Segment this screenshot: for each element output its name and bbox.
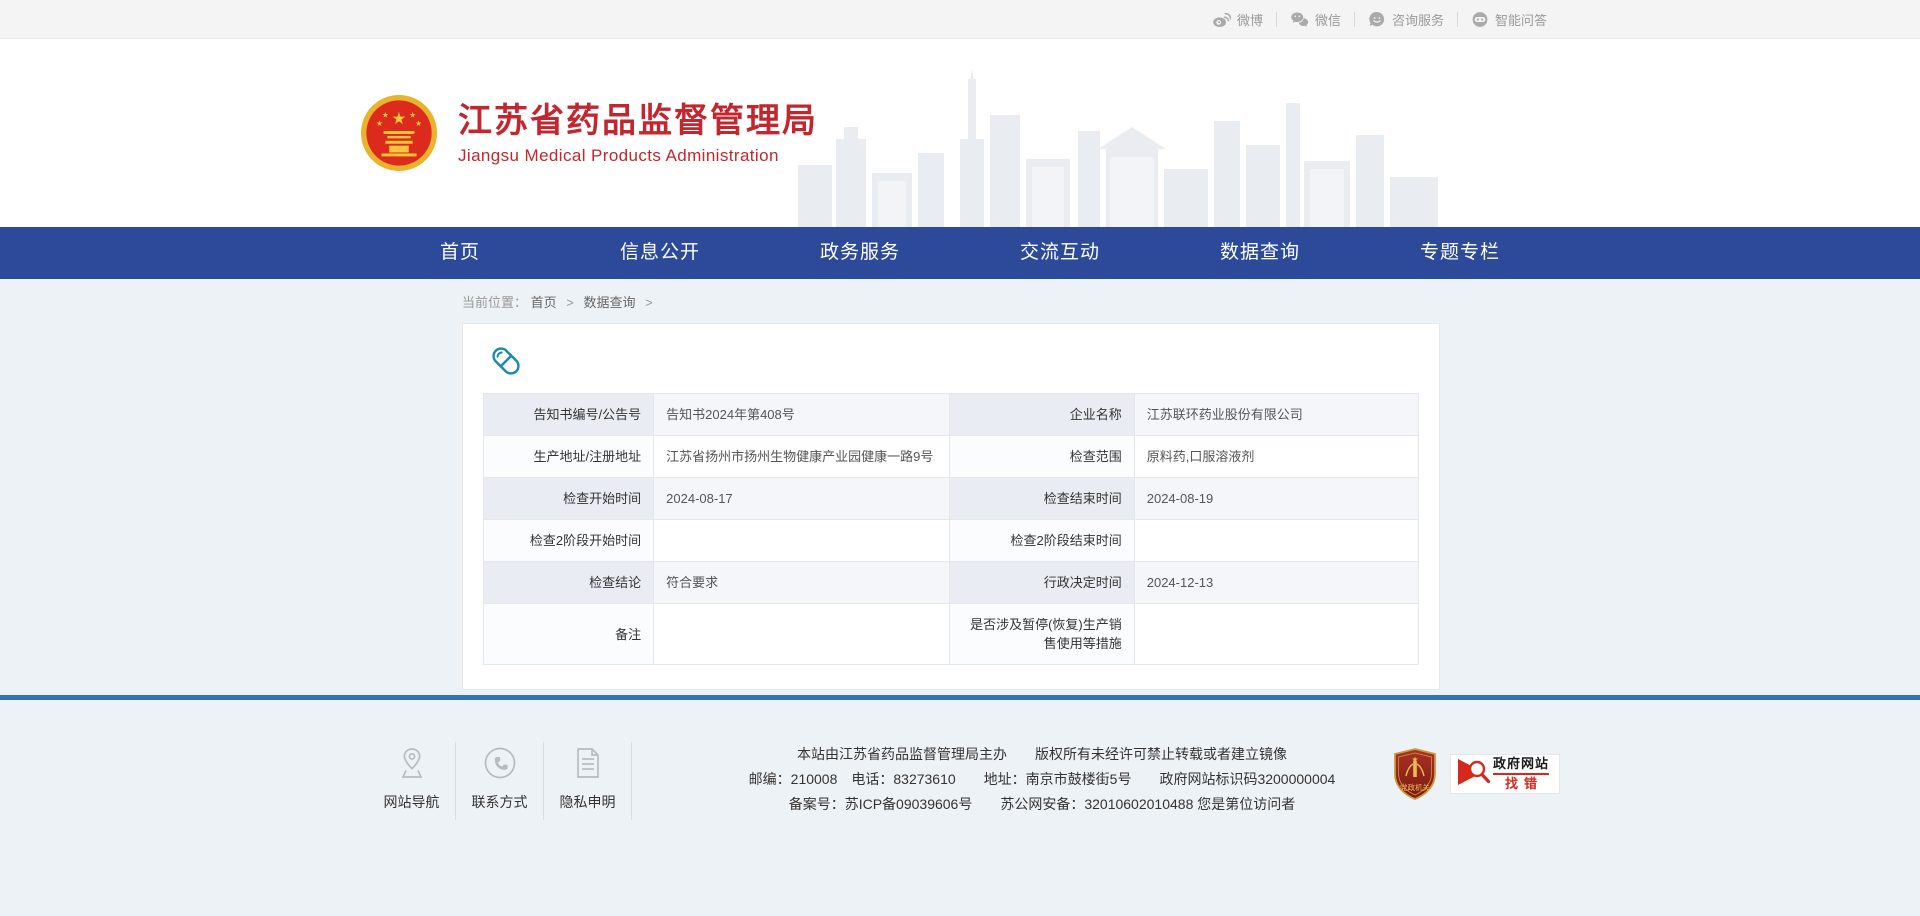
table-label-cell: 检查2阶段结束时间	[949, 520, 1134, 562]
qa-icon	[1471, 11, 1489, 28]
footer-link-sitemap[interactable]: 网站导航	[368, 742, 456, 820]
wechat-link[interactable]: 微信	[1277, 10, 1354, 29]
consult-service-link[interactable]: 咨询服务	[1355, 10, 1457, 29]
footer-link-label: 网站导航	[368, 792, 455, 812]
footer-text: 本站由江苏省药品监督管理局主办 版权所有未经许可禁止转载或者建立镜像 邮编：21…	[632, 742, 1392, 817]
party-gov-badge[interactable]: ★ 党政机关	[1392, 748, 1438, 800]
topbar: 微博 微信	[0, 0, 1920, 39]
table-label-cell: 检查2阶段开始时间	[484, 520, 654, 562]
table-value-cell: 2024-08-19	[1134, 478, 1418, 520]
footer-line-host: 本站由江苏省药品监督管理局主办 版权所有未经许可禁止转载或者建立镜像	[702, 742, 1382, 767]
table-row: 检查结论 符合要求 行政决定时间 2024-12-13	[484, 562, 1419, 604]
badge-rule	[1493, 773, 1549, 775]
table-row: 检查开始时间 2024-08-17 检查结束时间 2024-08-19	[484, 478, 1419, 520]
consult-service-label: 咨询服务	[1392, 10, 1444, 29]
footer-link-contact[interactable]: 联系方式	[456, 742, 544, 820]
site-title: 江苏省药品监督管理局	[458, 101, 818, 141]
breadcrumb: 当前位置： 首页 > 数据查询 >	[360, 279, 1560, 323]
table-value-cell: 告知书2024年第408号	[654, 394, 949, 436]
pill-icon	[489, 344, 1419, 383]
table-row: 生产地址/注册地址 江苏省扬州市扬州生物健康产业园健康一路9号 检查范围 原料药…	[484, 436, 1419, 478]
table-value-cell: 江苏联环药业股份有限公司	[1134, 394, 1418, 436]
table-label-cell: 告知书编号/公告号	[484, 394, 654, 436]
table-value-cell: 原料药,口服溶液剂	[1134, 436, 1418, 478]
svg-text:★: ★	[392, 109, 407, 128]
nav-item-gov-services[interactable]: 政务服务	[760, 227, 960, 279]
weibo-link[interactable]: 微博	[1199, 10, 1276, 29]
breadcrumb-separator: >	[645, 295, 653, 310]
footer-link-privacy[interactable]: 隐私申明	[544, 742, 632, 820]
nav-item-data-query[interactable]: 数据查询	[1160, 227, 1360, 279]
table-value-cell	[654, 520, 949, 562]
privacy-icon	[544, 744, 631, 780]
footer-link-label: 联系方式	[456, 792, 543, 812]
breadcrumb-link-data-query[interactable]: 数据查询	[584, 295, 636, 310]
footer: 网站导航 联系方式	[0, 700, 1920, 916]
phone-icon	[456, 744, 543, 780]
badge-find-error-label: 找错	[1493, 777, 1549, 791]
weibo-icon	[1212, 11, 1231, 28]
svg-text:★: ★	[1411, 755, 1418, 764]
table-value-cell: 2024-12-13	[1134, 562, 1418, 604]
table-label-cell: 检查开始时间	[484, 478, 654, 520]
smart-qa-link[interactable]: 智能问答	[1458, 10, 1560, 29]
nav-item-info-disclosure[interactable]: 信息公开	[560, 227, 760, 279]
table-row: 告知书编号/公告号 告知书2024年第408号 企业名称 江苏联环药业股份有限公…	[484, 394, 1419, 436]
table-value-cell: 符合要求	[654, 562, 949, 604]
site-error-report-badge[interactable]: 政府网站 找错	[1450, 754, 1560, 794]
site-header: ★ ★ ★ ★ ★ 江苏省药品监督管理局 Jiangsu Medical Pro…	[0, 39, 1920, 227]
svg-text:★: ★	[415, 119, 422, 128]
city-skyline-graphic	[798, 69, 1458, 227]
svg-text:★: ★	[409, 110, 416, 119]
table-label-cell: 检查结束时间	[949, 478, 1134, 520]
footer-line-contact: 邮编：210008 电话：83273610 地址：南京市鼓楼街5号 政府网站标识…	[702, 767, 1382, 792]
footer-line-icp: 备案号：苏ICP备09039606号 苏公网安备：32010602010488 …	[702, 792, 1382, 817]
site-subtitle: Jiangsu Medical Products Administration	[458, 146, 818, 166]
magnifier-icon	[1455, 756, 1491, 793]
national-emblem-logo: ★ ★ ★ ★ ★	[360, 94, 438, 172]
wechat-label: 微信	[1315, 10, 1341, 29]
breadcrumb-separator: >	[566, 295, 574, 310]
badge-text: 政府网站 找错	[1493, 757, 1549, 791]
badge-site-label: 政府网站	[1493, 757, 1549, 771]
svg-text:★: ★	[382, 110, 389, 119]
nav-item-home[interactable]: 首页	[360, 227, 560, 279]
footer-links: 网站导航 联系方式	[368, 742, 632, 820]
footer-link-label: 隐私申明	[544, 792, 631, 812]
table-label-cell: 行政决定时间	[949, 562, 1134, 604]
svg-text:★: ★	[376, 119, 383, 128]
nav-item-special-topics[interactable]: 专题专栏	[1360, 227, 1560, 279]
table-value-cell	[1134, 520, 1418, 562]
breadcrumb-link-home[interactable]: 首页	[531, 295, 557, 310]
main-nav: 首页 信息公开 政务服务 交流互动 数据查询 专题专栏	[0, 227, 1920, 279]
table-label-cell: 是否涉及暂停(恢复)生产销售使用等措施	[949, 604, 1134, 665]
table-value-cell: 2024-08-17	[654, 478, 949, 520]
table-value-cell	[654, 604, 949, 665]
detail-panel: 告知书编号/公告号 告知书2024年第408号 企业名称 江苏联环药业股份有限公…	[462, 323, 1440, 690]
nav-item-interaction[interactable]: 交流互动	[960, 227, 1160, 279]
wechat-icon	[1290, 11, 1309, 28]
consult-icon	[1368, 11, 1386, 28]
table-label-cell: 企业名称	[949, 394, 1134, 436]
breadcrumb-prefix: 当前位置：	[462, 295, 527, 310]
table-label-cell: 检查结论	[484, 562, 654, 604]
table-value-cell	[1134, 604, 1418, 665]
footer-badges: ★ 党政机关 政府网站 找错	[1392, 748, 1560, 800]
table-label-cell: 备注	[484, 604, 654, 665]
table-row: 备注 是否涉及暂停(恢复)生产销售使用等措施	[484, 604, 1419, 665]
svg-text:党政机关: 党政机关	[1400, 782, 1430, 792]
weibo-label: 微博	[1237, 10, 1263, 29]
location-icon	[368, 744, 455, 780]
main-content: 当前位置： 首页 > 数据查询 > 告知书编号/公告号	[0, 279, 1920, 695]
table-label-cell: 生产地址/注册地址	[484, 436, 654, 478]
table-row: 检查2阶段开始时间 检查2阶段结束时间	[484, 520, 1419, 562]
inspection-detail-table: 告知书编号/公告号 告知书2024年第408号 企业名称 江苏联环药业股份有限公…	[483, 393, 1419, 665]
table-value-cell: 江苏省扬州市扬州生物健康产业园健康一路9号	[654, 436, 949, 478]
table-label-cell: 检查范围	[949, 436, 1134, 478]
smart-qa-label: 智能问答	[1495, 10, 1547, 29]
